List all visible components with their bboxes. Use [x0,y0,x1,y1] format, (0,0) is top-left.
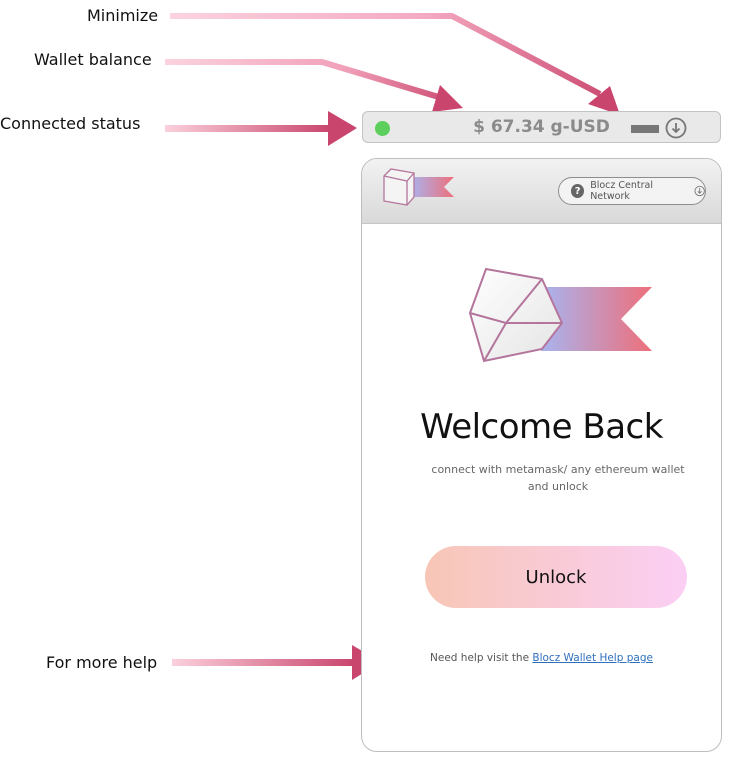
chevron-down-circle-icon [694,185,705,197]
wallet-status-bar: $ 67.34 g-USD [362,111,721,143]
network-selector-button[interactable]: ? Blocz Central Network [558,177,706,205]
help-page-link[interactable]: Blocz Wallet Help page [532,652,653,664]
panel-header: ? Blocz Central Network [362,159,721,224]
unlock-button[interactable]: Unlock [425,546,687,608]
page-title: Welcome Back [420,407,663,447]
wallet-panel: ? Blocz Central Network Welcome Back con… [361,158,722,752]
minimize-arrow [170,13,620,115]
download-circle-icon[interactable] [665,117,687,139]
help-prefix: Need help visit the [430,652,533,664]
minimize-icon[interactable] [631,125,659,133]
page-subtitle: connect with metamask/ any ethereum wall… [431,463,685,493]
status-arrow [165,111,357,146]
help-text: Need help visit the Blocz Wallet Help pa… [362,652,721,664]
blocz-cube-logo [468,267,652,363]
blocz-logo-icon [383,168,454,206]
network-label: Blocz Central Network [590,180,653,202]
question-circle-icon: ? [571,184,585,198]
balance-arrow [165,59,463,112]
help-arrow [172,645,381,680]
